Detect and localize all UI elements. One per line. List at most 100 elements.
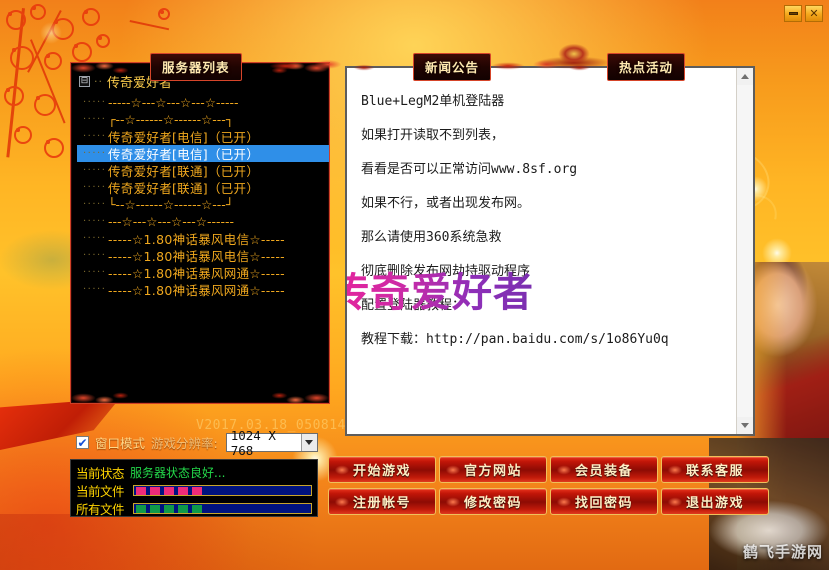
tree-item-label: 传奇爱好者[联通]（已开） [108, 181, 260, 196]
progress-segment [192, 505, 202, 513]
official-site-label: 官方网站 [463, 464, 522, 479]
tree-guide-dots: ····· [83, 199, 105, 210]
tree-guide-dots: ····· [83, 233, 105, 244]
progress-segment [164, 505, 174, 513]
action-button-grid: 开始游戏 官方网站 会员装备 联系客服注册帐号 修改密码 找回密码 退出游戏 [328, 456, 769, 515]
change-password-label: 修改密码 [463, 496, 522, 511]
progress-segment [178, 487, 188, 495]
news-line: 彻底删除发布网劫持驱动程序 [361, 264, 531, 279]
tree-item-label: └--☆------☆------☆---┘ [108, 197, 234, 212]
window-mode-label: 窗口模式 [95, 436, 146, 451]
close-button[interactable]: ✕ [805, 5, 823, 22]
tree-row[interactable]: ····· -----☆1.80神话暴风网通☆----- [77, 264, 329, 281]
chevron-up-icon [741, 74, 749, 79]
contact-support-button[interactable]: 联系客服 [661, 456, 769, 483]
member-equipment-label: 会员装备 [574, 464, 633, 479]
tree-guide-dots: ····· [83, 216, 105, 227]
start-game-button[interactable]: 开始游戏 [328, 456, 436, 483]
tree-row[interactable]: ····· -----☆1.80神话暴风电信☆----- [77, 230, 329, 247]
contact-support-label: 联系客服 [685, 464, 744, 479]
chevron-down-icon [741, 423, 749, 428]
tree-guide-dots: ····· [83, 148, 105, 159]
news-line: 教程下载：http://pan.baidu.com/s/1o86Yu0q [361, 332, 669, 347]
sparkle-star [40, 22, 62, 44]
tree-separator-row[interactable]: ····· ┌--☆------☆------☆---┐ [77, 111, 329, 128]
panel-corner-ornament [66, 388, 128, 408]
status-row-state: 当前状态 服务器状态良好... [76, 464, 312, 481]
scroll-up-button[interactable] [737, 68, 753, 85]
tree-row[interactable]: ····· 传奇爱好者[电信]（已开） [77, 145, 329, 162]
tree-guide-dots: ····· [83, 114, 105, 125]
tab-server-list[interactable]: 服务器列表 [150, 53, 242, 81]
leaf-accent-top [128, 6, 188, 46]
tree-item-label: ---☆---☆---☆---☆------ [108, 214, 235, 229]
news-line: 如果打开读取不到列表， [361, 128, 505, 143]
scroll-down-button[interactable] [737, 417, 753, 434]
status-row-current-file: 当前文件 [76, 482, 312, 499]
status-row-all-files: 所有文件 [76, 500, 312, 517]
scrollbar-track[interactable] [737, 85, 753, 417]
progress-segment [178, 505, 188, 513]
resolution-value: 1024 X 768 [230, 427, 276, 458]
window-mode-checkbox[interactable]: ✔ [76, 436, 89, 449]
tree-guide-dots: ····· [83, 131, 105, 142]
minimize-button[interactable] [784, 5, 802, 22]
status-box: 当前状态 服务器状态良好... 当前文件 所有文件 [70, 459, 318, 517]
tree-row[interactable]: ····· 传奇爱好者[联通]（已开） [77, 179, 329, 196]
tree-row-container: ····· -----☆---☆---☆---☆----- ····· ┌--☆---… [77, 94, 329, 298]
tree-guide-dots: ····· [83, 250, 105, 261]
news-line: 那么请使用360系统急救 [361, 230, 502, 245]
progress-segment [150, 505, 160, 513]
exit-game-button[interactable]: 退出游戏 [661, 488, 769, 515]
register-account-button[interactable]: 注册帐号 [328, 488, 436, 515]
news-panel: Blue+LegM2单机登陆器 如果打开读取不到列表， 看看是否可以正常访问www.… [345, 66, 755, 436]
resolution-label: 游戏分辨率: [151, 436, 218, 451]
tree-row[interactable]: ····· 传奇爱好者[联通]（已开） [77, 162, 329, 179]
current-state-label: 当前状态 [76, 466, 125, 481]
news-line: 看看是否可以正常访问www.8sf.org [361, 162, 578, 177]
change-password-button[interactable]: 修改密码 [439, 488, 547, 515]
news-line: 配置登陆器教程： [361, 298, 466, 313]
exit-game-label: 退出游戏 [685, 496, 744, 511]
official-site-button[interactable]: 官方网站 [439, 456, 547, 483]
site-watermark: 鹤飞手游网 [742, 543, 823, 561]
tree-row[interactable]: ····· 传奇爱好者[电信]（已开） [77, 128, 329, 145]
tree-item-label: ┌--☆------☆------☆---┐ [108, 112, 234, 127]
options-row: ✔ 窗口模式 游戏分辨率: 1024 X 768 [76, 428, 318, 458]
news-line: Blue+LegM2单机登陆器 [361, 94, 505, 109]
server-tree: ⊟ ·· 传奇爱好者 ····· -----☆---☆---☆---☆----- ·… [71, 63, 329, 298]
window-controls: ✕ [784, 5, 823, 22]
tree-separator-row[interactable]: ····· ---☆---☆---☆---☆------ [77, 213, 329, 230]
chevron-down-icon[interactable] [300, 434, 317, 451]
current-file-progress [133, 485, 312, 496]
member-equipment-button[interactable]: 会员装备 [550, 456, 658, 483]
minimize-icon [788, 12, 798, 15]
panel-corner-ornament [272, 388, 334, 408]
tab-flourish-left [262, 58, 382, 74]
tree-guide-dots: ····· [83, 182, 105, 193]
tree-guide-dots: ····· [83, 165, 105, 176]
tree-separator-row[interactable]: ····· └--☆------☆------☆---┘ [77, 196, 329, 213]
checkmark-icon: ✔ [77, 435, 88, 450]
recover-password-button[interactable]: 找回密码 [550, 488, 658, 515]
progress-segment [136, 505, 146, 513]
sparkle-star [762, 238, 792, 268]
tree-guide-dots: ····· [83, 267, 105, 278]
tree-separator-row[interactable]: ····· -----☆---☆---☆---☆----- [77, 94, 329, 111]
progress-segment [150, 487, 160, 495]
tab-hot-activity[interactable]: 热点活动 [607, 53, 686, 81]
tree-guide-dots: ····· [83, 97, 105, 108]
tree-item-label: -----☆---☆---☆---☆----- [108, 95, 239, 110]
current-state-value: 服务器状态良好... [130, 466, 226, 480]
tree-row[interactable]: ····· -----☆1.80神话暴风电信☆----- [77, 247, 329, 264]
tree-row[interactable]: ····· -----☆1.80神话暴风网通☆----- [77, 281, 329, 298]
news-scrollbar[interactable] [736, 68, 753, 434]
progress-segment [164, 487, 174, 495]
news-line-container: Blue+LegM2单机登陆器 如果打开读取不到列表， 看看是否可以正常访问www.… [361, 90, 736, 347]
progress-segment [192, 487, 202, 495]
resolution-select[interactable]: 1024 X 768 [225, 428, 318, 458]
tab-news[interactable]: 新闻公告 [413, 53, 492, 81]
close-icon: ✕ [809, 7, 819, 20]
all-files-label: 所有文件 [76, 502, 125, 517]
start-game-label: 开始游戏 [352, 464, 411, 479]
